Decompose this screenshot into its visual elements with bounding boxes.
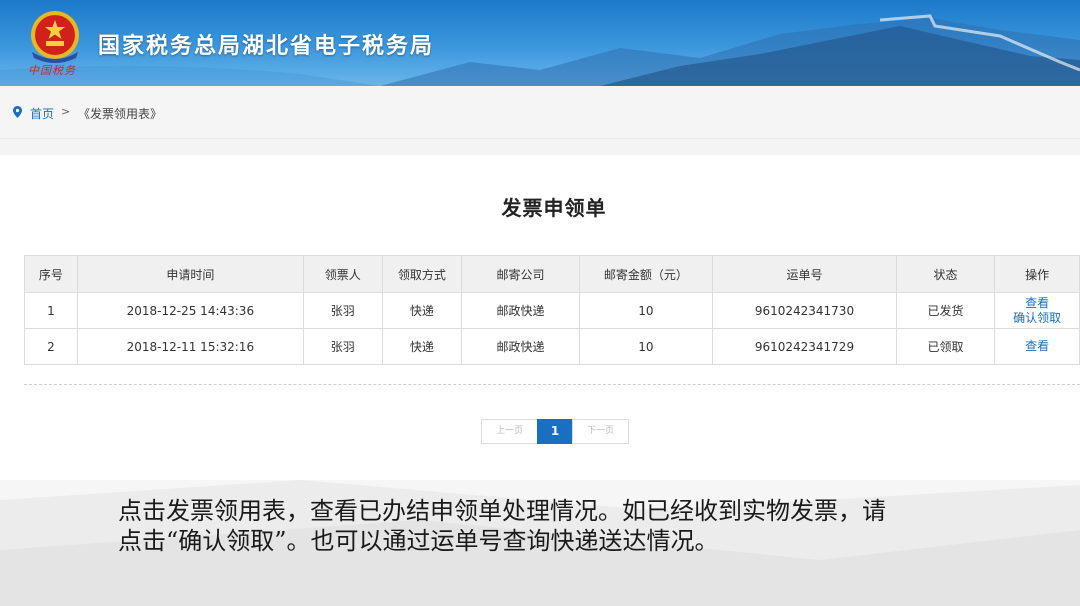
cell-status: 已领取 <box>895 328 996 365</box>
invoice-application-table: 序号 申请时间 领票人 领取方式 邮寄公司 邮寄金额（元） 运单号 状态 操作 … <box>24 255 1080 365</box>
table-row: 1 2018-12-25 14:43:36 张羽 快递 邮政快递 10 9610… <box>24 292 1080 329</box>
cell-recipient: 张羽 <box>302 292 383 329</box>
breadcrumb-separator: > <box>61 105 71 118</box>
cell-method: 快递 <box>381 292 463 329</box>
prev-page-button[interactable]: 上一页 <box>481 419 538 444</box>
site-header: 中国税务 国家税务总局湖北省电子税务局 <box>0 0 1080 86</box>
cell-waybill: 9610242341730 <box>712 292 897 329</box>
breadcrumb-home-link[interactable]: 首页 <box>30 105 54 122</box>
cell-status: 已发货 <box>895 292 996 329</box>
cell-company: 邮政快递 <box>461 328 580 365</box>
column-header-time: 申请时间 <box>76 255 304 293</box>
view-link[interactable]: 查看 <box>995 296 1079 311</box>
column-header-index: 序号 <box>24 255 78 293</box>
caption-line-2: 点击“确认领取”。也可以通过运单号查询快递送达情况。 <box>118 527 719 555</box>
cell-recipient: 张羽 <box>302 328 383 365</box>
column-header-waybill: 运单号 <box>712 255 897 293</box>
instruction-caption: 点击发票领用表，查看已办结申领单处理情况。如已经收到实物发票，请 点击“确认领取… <box>118 496 1018 556</box>
table-row: 2 2018-12-11 15:32:16 张羽 快递 邮政快递 10 9610… <box>24 328 1080 365</box>
cell-actions: 查看 <box>994 328 1080 365</box>
page-title: 发票申领单 <box>501 196 607 220</box>
view-link[interactable]: 查看 <box>995 339 1079 354</box>
location-pin-icon <box>13 106 22 118</box>
column-header-actions: 操作 <box>994 255 1080 293</box>
brand-script: 中国税务 <box>28 64 76 77</box>
main-panel: 发票申领单 序号 申请时间 领票人 领取方式 邮寄公司 邮寄金额（元） 运单号 … <box>0 155 1080 480</box>
caption-line-1: 点击发票领用表，查看已办结申领单处理情况。如已经收到实物发票，请 <box>118 497 886 525</box>
cell-actions: 查看 确认领取 <box>994 292 1080 329</box>
instruction-caption-area: 点击发票领用表，查看已办结申领单处理情况。如已经收到实物发票，请 点击“确认领取… <box>0 480 1080 606</box>
cell-index: 1 <box>24 292 78 329</box>
column-header-company: 邮寄公司 <box>461 255 580 293</box>
cell-method: 快递 <box>381 328 463 365</box>
table-header-row: 序号 申请时间 领票人 领取方式 邮寄公司 邮寄金额（元） 运单号 状态 操作 <box>24 255 1080 293</box>
cell-waybill: 9610242341729 <box>712 328 897 365</box>
column-header-amount: 邮寄金额（元） <box>578 255 714 293</box>
next-page-button[interactable]: 下一页 <box>572 419 629 444</box>
site-title: 国家税务总局湖北省电子税务局 <box>98 34 435 59</box>
tax-emblem-logo <box>31 11 79 63</box>
cell-index: 2 <box>24 328 78 365</box>
column-header-method: 领取方式 <box>381 255 463 293</box>
cell-time: 2018-12-25 14:43:36 <box>76 292 304 329</box>
breadcrumb-current: 《发票领用表》 <box>78 107 163 121</box>
cell-company: 邮政快递 <box>461 292 580 329</box>
dashed-divider <box>24 384 1080 385</box>
cell-amount: 10 <box>578 292 714 329</box>
breadcrumb: 首页 > 《发票领用表》 <box>0 86 1080 139</box>
cell-time: 2018-12-11 15:32:16 <box>76 328 304 365</box>
confirm-receipt-link[interactable]: 确认领取 <box>995 311 1079 326</box>
column-header-status: 状态 <box>895 255 996 293</box>
pagination: 上一页 1 下一页 <box>481 419 629 444</box>
page-1-button[interactable]: 1 <box>537 419 573 444</box>
column-header-recipient: 领票人 <box>302 255 383 293</box>
cell-amount: 10 <box>578 328 714 365</box>
